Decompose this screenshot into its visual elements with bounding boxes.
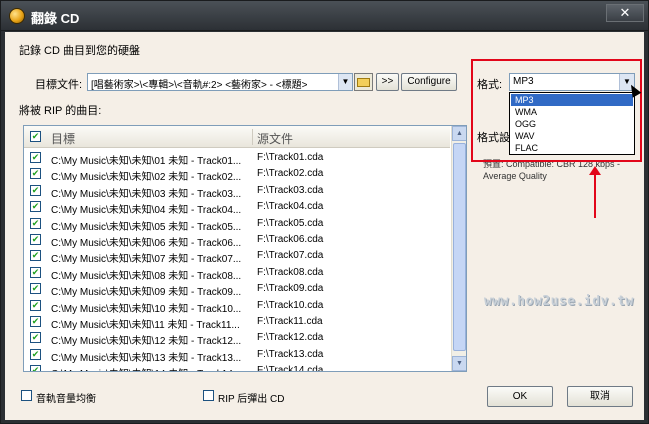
- browse-folder-button[interactable]: [354, 73, 373, 91]
- track-source-cell: F:\Track05.cda: [257, 217, 324, 229]
- folder-icon: [357, 78, 370, 87]
- normalize-label: 音軌音量均衡: [36, 394, 96, 405]
- select-all-checkbox[interactable]: ✔: [30, 131, 41, 142]
- window-title: 翻錄 CD: [31, 11, 80, 26]
- track-source-cell: F:\Track04.cda: [257, 201, 324, 213]
- track-checkbox[interactable]: ✔: [30, 299, 41, 311]
- track-target-cell: C:\My Music\未知\未知\14 未知 - Track14...: [51, 365, 249, 371]
- track-checkbox[interactable]: ✔: [30, 250, 41, 262]
- chevron-down-icon[interactable]: ▼: [338, 74, 352, 90]
- normalize-checkbox[interactable]: [21, 390, 32, 401]
- track-source-cell: F:\Track02.cda: [257, 168, 324, 180]
- dialog-body: 記錄 CD 曲目到您的硬盤 目標文件: [唱藝術家>\<專輯>\<音軌#:2> …: [5, 32, 644, 420]
- track-checkbox[interactable]: ✔: [30, 316, 41, 327]
- table-row[interactable]: ✔ C:\My Music\未知\未知\13 未知 - Track13... F:\…: [24, 347, 450, 364]
- track-source-cell: F:\Track11.cda: [257, 316, 323, 327]
- track-source-cell: F:\Track14.cda: [257, 365, 324, 372]
- track-checkbox[interactable]: ✔: [30, 283, 41, 295]
- track-target-cell: C:\My Music\未知\未知\08 未知 - Track08...: [51, 270, 242, 282]
- track-checkbox[interactable]: ✔: [30, 365, 41, 371]
- track-checkbox[interactable]: ✔: [30, 168, 41, 180]
- track-source-cell: F:\Track10.cda: [257, 299, 324, 311]
- track-list-header: ✔ 目標 源文件: [24, 126, 450, 148]
- track-target-cell: C:\My Music\未知\未知\04 未知 - Track04...: [51, 205, 242, 217]
- track-source-cell: F:\Track06.cda: [257, 234, 324, 245]
- title-bar[interactable]: 翻錄 CD ✕: [1, 1, 648, 31]
- track-list[interactable]: ✔ 目標 源文件 ✔ C:\My Music\未知\未知\01 未知 - Trac…: [23, 125, 467, 372]
- table-row[interactable]: ✔ C:\My Music\未知\未知\07 未知 - Track07... F:\…: [24, 248, 450, 266]
- table-row[interactable]: ✔ C:\My Music\未知\未知\14 未知 - Track14... F:\…: [24, 363, 450, 372]
- track-target-cell: C:\My Music\未知\未知\01 未知 - Track01...: [51, 156, 242, 167]
- cancel-button[interactable]: 取消: [567, 386, 633, 407]
- annotation-arrow-line: [594, 174, 596, 218]
- track-checkbox[interactable]: ✔: [30, 201, 41, 213]
- dialog-heading: 記錄 CD 曲目到您的硬盤: [19, 45, 140, 57]
- ok-button[interactable]: OK: [487, 386, 553, 407]
- table-row[interactable]: ✔ C:\My Music\未知\未知\02 未知 - Track02... F:\…: [24, 166, 450, 184]
- track-checkbox[interactable]: ✔: [30, 332, 41, 344]
- more-button[interactable]: >>: [376, 73, 399, 91]
- close-button[interactable]: ✕: [606, 4, 644, 22]
- format-settings-panel: 預置: Compatible: CBR 128 kbps - Average Q…: [481, 149, 635, 378]
- target-path-combo[interactable]: [唱藝術家>\<專輯>\<音軌#:2> <藝術家> - <標題> ▼: [87, 73, 353, 91]
- track-target-cell: C:\My Music\未知\未知\12 未知 - Track12...: [51, 336, 242, 348]
- track-target-cell: C:\My Music\未知\未知\13 未知 - Track13...: [51, 352, 242, 364]
- scroll-down-icon[interactable]: ▼: [452, 356, 466, 371]
- scroll-thumb[interactable]: [453, 143, 466, 351]
- table-row[interactable]: ✔ C:\My Music\未知\未知\12 未知 - Track12... F:\…: [24, 330, 450, 348]
- track-checkbox[interactable]: ✔: [30, 234, 41, 245]
- track-source-cell: F:\Track08.cda: [257, 266, 324, 278]
- rip-cd-dialog: 翻錄 CD ✕ 記錄 CD 曲目到您的硬盤 目標文件: [唱藝術家>\<專輯>\…: [0, 0, 649, 424]
- eject-after-rip-checkbox[interactable]: [203, 390, 214, 401]
- track-checkbox[interactable]: ✔: [30, 266, 41, 278]
- table-row[interactable]: ✔ C:\My Music\未知\未知\06 未知 - Track06... F:\…: [24, 232, 450, 249]
- target-path-value: [唱藝術家>\<專輯>\<音軌#:2> <藝術家> - <標題>: [91, 80, 308, 91]
- track-target-cell: C:\My Music\未知\未知\10 未知 - Track10...: [51, 303, 242, 315]
- table-row[interactable]: ✔ C:\My Music\未知\未知\10 未知 - Track10... F:\…: [24, 298, 450, 315]
- rip-tracks-label: 將被 RIP 的曲目:: [19, 105, 102, 117]
- table-row[interactable]: ✔ C:\My Music\未知\未知\09 未知 - Track09... F:\…: [24, 281, 450, 299]
- track-source-cell: F:\Track07.cda: [257, 250, 324, 262]
- table-row[interactable]: ✔ C:\My Music\未知\未知\11 未知 - Track11... F:\…: [24, 314, 450, 331]
- column-header-source[interactable]: 源文件: [257, 130, 293, 147]
- table-row[interactable]: ✔ C:\My Music\未知\未知\04 未知 - Track04... F:\…: [24, 199, 450, 217]
- track-source-cell: F:\Track12.cda: [257, 332, 324, 344]
- target-file-label: 目標文件:: [35, 79, 83, 91]
- column-header-target[interactable]: 目標: [51, 130, 75, 147]
- app-logo-icon: [9, 8, 25, 24]
- track-source-cell: F:\Track01.cda: [257, 152, 324, 163]
- scroll-up-icon[interactable]: ▲: [452, 126, 466, 141]
- track-target-cell: C:\My Music\未知\未知\05 未知 - Track05...: [51, 221, 242, 233]
- table-row[interactable]: ✔ C:\My Music\未知\未知\08 未知 - Track08... F:\…: [24, 265, 450, 282]
- track-target-cell: C:\My Music\未知\未知\06 未知 - Track06...: [51, 238, 242, 249]
- eject-after-rip-label: RIP 后彈出 CD: [218, 394, 285, 405]
- annotation-highlight-box: [471, 59, 642, 162]
- track-source-cell: F:\Track03.cda: [257, 184, 324, 196]
- vertical-scrollbar[interactable]: ▲ ▼: [451, 126, 466, 371]
- track-target-cell: C:\My Music\未知\未知\11 未知 - Track11...: [51, 320, 240, 331]
- track-target-cell: C:\My Music\未知\未知\07 未知 - Track07...: [51, 254, 242, 266]
- configure-button[interactable]: Configure: [401, 73, 457, 91]
- table-row[interactable]: ✔ C:\My Music\未知\未知\03 未知 - Track03... F:\…: [24, 183, 450, 200]
- table-row[interactable]: ✔ C:\My Music\未知\未知\05 未知 - Track05... F:\…: [24, 216, 450, 233]
- track-source-cell: F:\Track13.cda: [257, 348, 324, 360]
- table-row[interactable]: ✔ C:\My Music\未知\未知\01 未知 - Track01... F:\…: [24, 150, 450, 167]
- track-checkbox[interactable]: ✔: [30, 217, 41, 229]
- track-checkbox[interactable]: ✔: [30, 348, 41, 360]
- watermark-text: www.how2use.idv.tw: [484, 294, 634, 309]
- track-target-cell: C:\My Music\未知\未知\09 未知 - Track09...: [51, 287, 242, 299]
- track-source-cell: F:\Track09.cda: [257, 283, 324, 295]
- column-divider[interactable]: [252, 129, 253, 145]
- track-target-cell: C:\My Music\未知\未知\03 未知 - Track03...: [51, 188, 242, 200]
- track-target-cell: C:\My Music\未知\未知\02 未知 - Track02...: [51, 172, 242, 184]
- track-checkbox[interactable]: ✔: [30, 152, 41, 163]
- track-checkbox[interactable]: ✔: [30, 184, 41, 196]
